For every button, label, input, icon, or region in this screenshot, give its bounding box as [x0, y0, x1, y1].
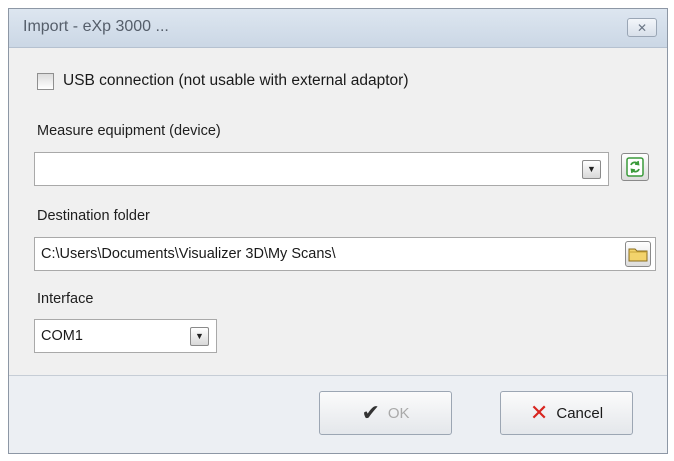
- destination-label: Destination folder: [37, 208, 150, 224]
- title-bar[interactable]: Import - eXp 3000 ... ✕: [9, 9, 667, 48]
- dialog-footer: ✔ OK ✕ Cancel: [9, 375, 667, 453]
- import-dialog: Import - eXp 3000 ... ✕ USB connection (…: [8, 8, 668, 454]
- browse-folder-button[interactable]: [625, 241, 651, 267]
- chevron-down-icon: ▼: [587, 164, 596, 174]
- ok-button-label: OK: [387, 404, 410, 422]
- destination-folder-value: C:\Users\Documents\Visualizer 3D\My Scan…: [41, 246, 336, 262]
- cancel-button-label: Cancel: [556, 404, 604, 422]
- interface-select[interactable]: COM1 ▼: [34, 319, 217, 353]
- interface-label: Interface: [37, 291, 94, 307]
- interface-dropdown-button[interactable]: ▼: [190, 327, 209, 346]
- usb-connection-label[interactable]: USB connection (not usable with external…: [63, 72, 409, 90]
- close-button[interactable]: ✕: [627, 18, 657, 37]
- cancel-button[interactable]: ✕ Cancel: [500, 391, 633, 435]
- close-icon: ✕: [636, 21, 648, 35]
- device-select[interactable]: ▼: [34, 152, 609, 186]
- refresh-icon: [626, 157, 644, 177]
- chevron-down-icon: ▼: [195, 331, 204, 341]
- checkmark-icon: ✔: [361, 400, 380, 425]
- window-title: Import - eXp 3000 ...: [23, 18, 169, 35]
- dialog-body: USB connection (not usable with external…: [9, 48, 667, 375]
- ok-button[interactable]: ✔ OK: [319, 391, 452, 435]
- device-label: Measure equipment (device): [37, 123, 221, 139]
- device-dropdown-button[interactable]: ▼: [582, 160, 601, 179]
- destination-folder-input[interactable]: C:\Users\Documents\Visualizer 3D\My Scan…: [34, 237, 656, 271]
- usb-connection-checkbox[interactable]: [37, 73, 54, 90]
- folder-icon: [628, 248, 648, 262]
- interface-select-value: COM1: [41, 328, 83, 344]
- refresh-devices-button[interactable]: [621, 153, 649, 181]
- x-icon: ✕: [529, 400, 549, 425]
